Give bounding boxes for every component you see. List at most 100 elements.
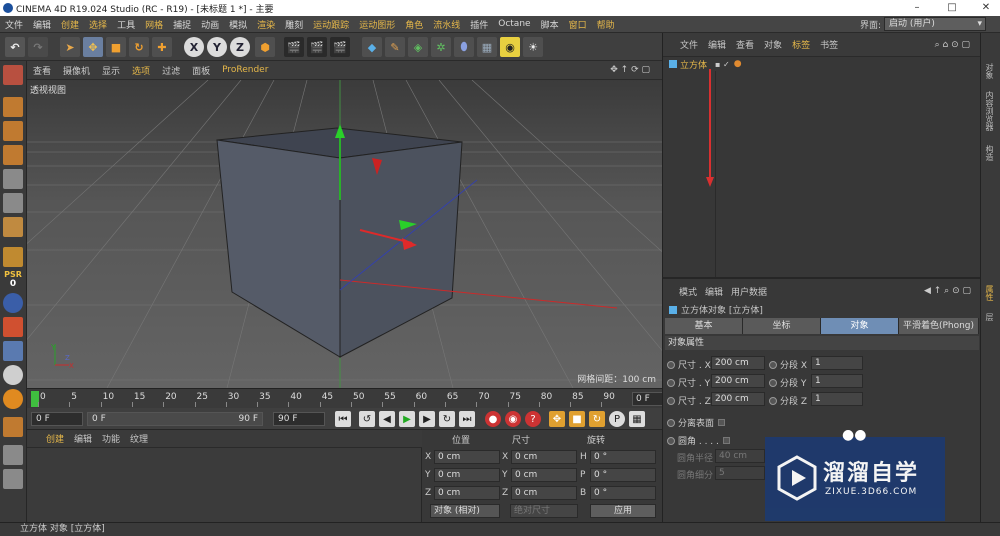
menu-motion-tracking[interactable]: 运动跟踪: [308, 18, 354, 31]
size-y-field[interactable]: 0 cm: [511, 468, 577, 482]
floor-button[interactable]: ▦: [477, 37, 497, 57]
record-button[interactable]: ●: [485, 411, 501, 427]
tab-structure[interactable]: 构造: [984, 145, 995, 161]
menu-pipeline[interactable]: 流水线: [428, 18, 465, 31]
rot-b-field[interactable]: 0 °: [590, 486, 656, 500]
obj-menu-view[interactable]: 查看: [731, 38, 759, 51]
end-frame-field[interactable]: 90 F: [273, 412, 325, 426]
menu-file[interactable]: 文件: [0, 18, 28, 31]
autokey-button[interactable]: ◉: [505, 411, 521, 427]
fillet-radius-field[interactable]: 40 cm: [715, 449, 765, 463]
magnet-button[interactable]: [3, 417, 23, 437]
tab-layers[interactable]: 层: [984, 313, 995, 321]
workplane-button[interactable]: [3, 145, 23, 165]
undo-button[interactable]: ↶: [5, 37, 25, 57]
radio-icon[interactable]: [667, 419, 675, 427]
obj-menu-tags[interactable]: 标签: [787, 38, 815, 51]
menu-tools[interactable]: 工具: [112, 18, 140, 31]
obj-menu-edit[interactable]: 编辑: [703, 38, 731, 51]
timeline[interactable]: 0 5 10 15 20 25 30 35 40 45 50 55 60 65 70 75 80 85 90 0 F: [27, 388, 686, 408]
y-axis-button[interactable]: Y: [207, 37, 227, 57]
attr-nav-icon[interactable]: ◀ ↑ ⌕ ⊙ ▢: [920, 286, 975, 296]
subdivision-button[interactable]: ◈: [408, 37, 428, 57]
sculpt-button[interactable]: [3, 365, 23, 385]
obj-menu-file[interactable]: 文件: [675, 38, 703, 51]
radio-icon[interactable]: [769, 361, 777, 369]
tab-objects[interactable]: 对象: [984, 63, 995, 79]
menu-octane[interactable]: Octane: [493, 19, 535, 29]
radio-icon[interactable]: [769, 397, 777, 405]
render-settings-button[interactable]: 🎬: [330, 37, 350, 57]
menu-help[interactable]: 帮助: [592, 18, 620, 31]
redo-button[interactable]: ↷: [28, 37, 48, 57]
cube-button[interactable]: ◆: [362, 37, 382, 57]
scale-button[interactable]: ■: [106, 37, 126, 57]
next-key-button[interactable]: ↻: [439, 411, 455, 427]
menu-character[interactable]: 角色: [400, 18, 428, 31]
start-frame-field[interactable]: 0 F: [31, 412, 83, 426]
size-mode-select[interactable]: 绝对尺寸: [510, 504, 578, 518]
vp-menu-view[interactable]: 查看: [27, 64, 57, 77]
maximize-button[interactable]: □: [940, 0, 964, 16]
fillet-sub-field[interactable]: 5: [715, 466, 765, 480]
menu-edit[interactable]: 编辑: [28, 18, 56, 31]
size-y-attr-field[interactable]: 200 cm: [711, 374, 765, 388]
menu-snap[interactable]: 捕捉: [168, 18, 196, 31]
goto-start-button[interactable]: ⏮: [335, 411, 351, 427]
seg-y-attr-field[interactable]: 1: [811, 374, 863, 388]
pen-button[interactable]: ✎: [385, 37, 405, 57]
radio-icon[interactable]: [667, 361, 675, 369]
key-rotation-button[interactable]: ↻: [589, 411, 605, 427]
key-pla-button[interactable]: ▦: [629, 411, 645, 427]
menu-simulate[interactable]: 模拟: [224, 18, 252, 31]
model-mode-button[interactable]: [3, 97, 23, 117]
key-position-button[interactable]: ✥: [549, 411, 565, 427]
mouse-button[interactable]: [3, 341, 23, 361]
obj-search-icon[interactable]: ⌕ ⌂ ⊙ ▢: [930, 40, 975, 50]
vp-menu-options[interactable]: 选项: [126, 64, 156, 77]
fillet-checkbox[interactable]: [722, 437, 730, 444]
size-x-attr-field[interactable]: 200 cm: [711, 356, 765, 370]
keyframe-selection-button[interactable]: ?: [525, 411, 541, 427]
array-button[interactable]: ✲: [431, 37, 451, 57]
perspective-viewport[interactable]: Y Z X 透视视图 网格间距：100 cm: [27, 80, 662, 388]
radio-icon[interactable]: [769, 379, 777, 387]
move-button[interactable]: ✥: [83, 37, 103, 57]
layout-select[interactable]: 启动 (用户) ▾: [884, 17, 986, 31]
next-frame-button[interactable]: ▶: [419, 411, 435, 427]
key-param-button[interactable]: P: [609, 411, 625, 427]
x-axis-button[interactable]: X: [184, 37, 204, 57]
mat-menu-create[interactable]: 创建: [41, 432, 69, 445]
checker-button[interactable]: [3, 445, 23, 465]
mat-menu-texture[interactable]: 纹理: [125, 432, 153, 445]
rot-p-field[interactable]: 0 °: [590, 468, 656, 482]
tab-coord[interactable]: 坐标: [743, 318, 821, 334]
attr-menu-edit[interactable]: 编辑: [701, 285, 727, 298]
close-button[interactable]: ✕: [974, 0, 998, 16]
size-x-field[interactable]: 0 cm: [511, 450, 577, 464]
maxon-logo-button[interactable]: [3, 469, 23, 489]
menu-animate[interactable]: 动画: [196, 18, 224, 31]
tag-icon[interactable]: ●: [734, 59, 742, 69]
menu-select[interactable]: 选择: [84, 18, 112, 31]
radio-icon[interactable]: [667, 379, 675, 387]
menu-mesh[interactable]: 网格: [140, 18, 168, 31]
transform-button[interactable]: ✚: [152, 37, 172, 57]
vp-menu-filter[interactable]: 过滤: [156, 64, 186, 77]
pos-y-field[interactable]: 0 cm: [434, 468, 500, 482]
obj-menu-bookmarks[interactable]: 书签: [815, 38, 843, 51]
deformer-button[interactable]: ⬮: [454, 37, 474, 57]
tab-basic[interactable]: 基本: [665, 318, 743, 334]
tab-content-browser[interactable]: 内容浏览器: [984, 91, 995, 131]
size-z-field[interactable]: 0 cm: [511, 486, 577, 500]
light-button[interactable]: ☀: [523, 37, 543, 57]
seg-x-attr-field[interactable]: 1: [811, 356, 863, 370]
edges-mode-button[interactable]: [3, 193, 23, 213]
mat-menu-edit[interactable]: 编辑: [69, 432, 97, 445]
goto-end-button[interactable]: ⏭: [459, 411, 475, 427]
frame-range-slider[interactable]: 0 F 90 F: [87, 412, 263, 426]
radio-icon[interactable]: [667, 437, 675, 445]
menu-mograph[interactable]: 运动图形: [354, 18, 400, 31]
make-editable-button[interactable]: [3, 65, 23, 85]
mat-menu-function[interactable]: 功能: [97, 432, 125, 445]
